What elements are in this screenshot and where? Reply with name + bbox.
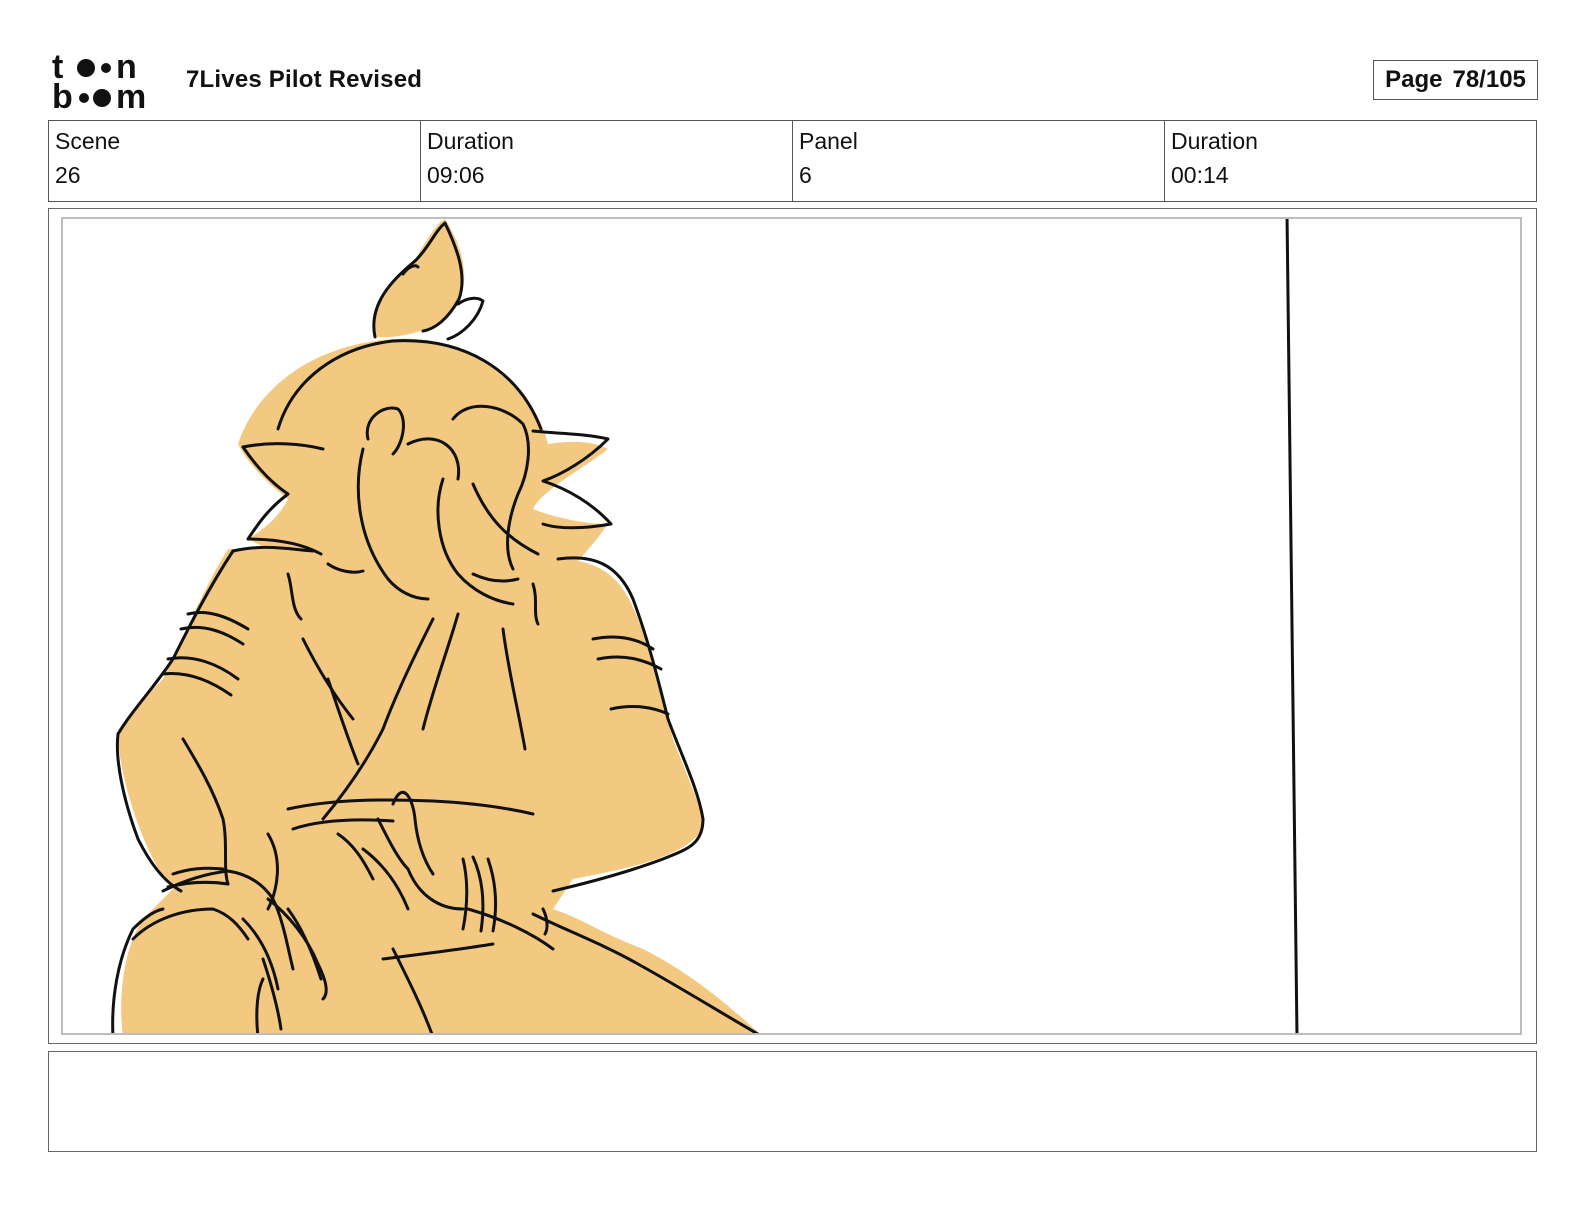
page-number: 78/105 <box>1452 66 1526 93</box>
page-indicator: Page 78/105 <box>1373 60 1538 100</box>
panel-duration-value: 00:14 <box>1171 162 1229 188</box>
scene-info-table: Scene 26 Duration 09:06 Panel 6 Duration… <box>48 120 1537 202</box>
scene-value: 26 <box>55 162 81 188</box>
toon-boom-logo: t n b m <box>52 50 164 112</box>
svg-text:b: b <box>52 78 73 112</box>
scene-duration-cell: Duration 09:06 <box>421 121 793 201</box>
character-sketch <box>111 219 1299 1033</box>
panel-cell: Panel 6 <box>793 121 1165 201</box>
scene-cell: Scene 26 <box>49 121 421 201</box>
storyboard-panel-frame <box>48 208 1537 1044</box>
scene-duration-value: 09:06 <box>427 162 485 188</box>
panel-duration-label: Duration <box>1171 128 1258 154</box>
panel-label: Panel <box>799 128 858 154</box>
svg-text:m: m <box>116 78 146 112</box>
panel-notes-box <box>48 1051 1537 1152</box>
scene-label: Scene <box>55 128 121 154</box>
page-label: Page <box>1385 66 1443 93</box>
panel-duration-cell: Duration 00:14 <box>1165 121 1536 201</box>
scene-duration-label: Duration <box>427 128 514 154</box>
panel-value: 6 <box>799 162 812 188</box>
project-title: 7Lives Pilot Revised <box>186 66 423 93</box>
storyboard-panel-image <box>61 217 1522 1035</box>
reference-line <box>1285 219 1299 1033</box>
